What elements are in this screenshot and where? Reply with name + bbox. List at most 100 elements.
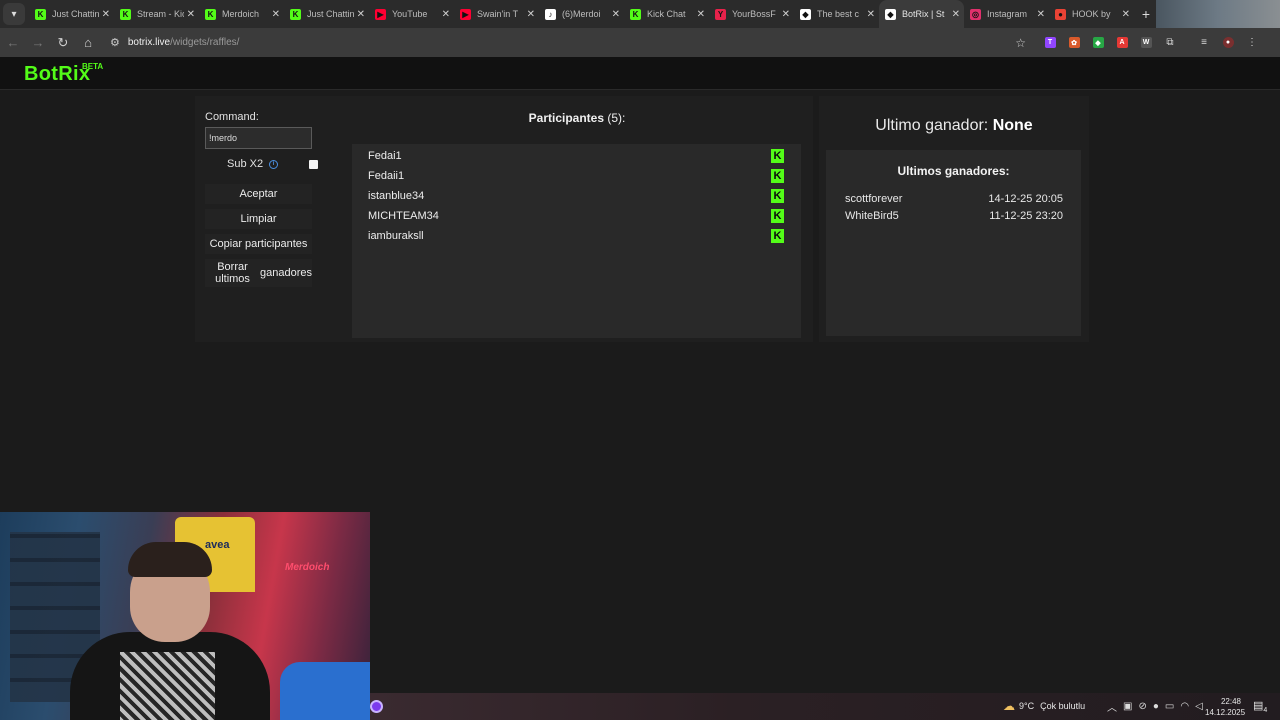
close-tab-icon[interactable]: ✕ (357, 9, 365, 20)
webcam-overlay: avea Merdoich (0, 512, 370, 720)
streamer-hair (128, 542, 212, 577)
close-tab-icon[interactable]: ✕ (612, 9, 620, 20)
sub-x2-row: Sub X2 i (205, 149, 318, 179)
kick-platform-icon: K (771, 229, 784, 243)
reload-icon: ↻ (57, 34, 69, 50)
tab-title: Merdoich (222, 9, 260, 19)
home-icon: ⌂ (84, 35, 92, 50)
clock-date: 14.12.2025 (1205, 708, 1246, 717)
wifi-icon[interactable]: ◠ (1180, 701, 1189, 712)
back-button[interactable]: ← (1, 31, 25, 55)
taskbar-app-icon[interactable] (370, 700, 383, 713)
site-info-icon[interactable]: ⚙ (110, 36, 120, 49)
browser-menu-button[interactable]: ⋮ (1240, 31, 1264, 55)
microphone-icon[interactable]: ● (1153, 701, 1159, 712)
close-tab-icon[interactable]: ✕ (1122, 9, 1130, 20)
browser-tab[interactable]: K Stream - Kick✕ (114, 0, 199, 28)
browser-tab[interactable]: ▶ YouTube ✕ (369, 0, 454, 28)
browser-tab[interactable]: K Just Chatting✕ (29, 0, 114, 28)
close-tab-icon[interactable]: ✕ (782, 9, 790, 20)
home-button[interactable]: ⌂ (76, 31, 100, 55)
tab-title: Just Chatting (52, 9, 99, 19)
browser-tab[interactable]: ◆ The best c ✕ (794, 0, 879, 28)
network-icon[interactable]: ▭ (1165, 701, 1174, 712)
close-tab-icon[interactable]: ✕ (102, 9, 110, 20)
extension-twitch[interactable]: T (1038, 31, 1062, 55)
cloud-icon: ☁ (1003, 699, 1015, 713)
close-tab-icon[interactable]: ✕ (867, 9, 875, 20)
browser-tab[interactable]: ● HOOK by ✕ (1049, 0, 1134, 28)
command-input[interactable] (205, 127, 312, 149)
extension-w[interactable]: W (1134, 31, 1158, 55)
participant-row: istanblue34 K (352, 186, 801, 206)
browser-tab[interactable]: ◆ BotRix | St ✕ (879, 0, 964, 28)
browser-tab[interactable]: K Kick Chat ✕ (624, 0, 709, 28)
media-control[interactable]: ≡ (1192, 31, 1216, 55)
address-bar[interactable]: ⚙ botrix.live /widgets/raffles/ ☆ (106, 32, 1026, 54)
profile-button[interactable]: ● (1216, 31, 1240, 55)
browser-tab[interactable]: K Merdoich ✕ (199, 0, 284, 28)
browser-theme-background (1156, 0, 1280, 28)
url-host: botrix.live (127, 37, 171, 48)
extension-shield[interactable]: ◆ (1086, 31, 1110, 55)
notification-count: 4 (1263, 707, 1268, 715)
device-icon[interactable]: ▣ (1123, 701, 1132, 712)
winner-date: 14-12-25 20:05 (988, 193, 1063, 205)
participant-name: iamburaksll (368, 230, 424, 242)
new-tab-button[interactable]: + (1136, 4, 1156, 24)
mute-icon[interactable]: ⊘ (1138, 701, 1146, 712)
botrix-logo[interactable]: BotRix (24, 63, 90, 86)
close-tab-icon[interactable]: ✕ (272, 9, 280, 20)
delete-last-winners-button[interactable]: Borrar ultimos ganadores (205, 259, 312, 287)
weather-widget[interactable]: ☁ 9°C Çok bulutlu (1003, 699, 1085, 713)
close-tab-icon[interactable]: ✕ (187, 9, 195, 20)
clock[interactable]: 22:48 14.12.2025 (1205, 696, 1246, 718)
tab-favicon-icon: ▶ (460, 8, 471, 20)
tab-favicon-icon: ● (1055, 8, 1066, 20)
bookmark-star-icon[interactable]: ☆ (1015, 36, 1026, 50)
tab-title: Instagram (987, 9, 1028, 19)
extensions-menu[interactable]: ⧉ (1158, 31, 1182, 55)
participants-heading: Participantes (528, 111, 605, 125)
extension-adblock[interactable]: A (1110, 31, 1134, 55)
close-tab-icon[interactable]: ✕ (1037, 9, 1045, 20)
browser-tab[interactable]: K Just Chatting✕ (284, 0, 369, 28)
participants-section: Participantes (5): Fedai1 K Fedaii1 Kistanb… (352, 111, 802, 338)
close-tab-icon[interactable]: ✕ (697, 9, 705, 20)
streamer-shirt (120, 652, 215, 720)
tab-title: Stream - Kick (137, 9, 184, 19)
close-tab-icon[interactable]: ✕ (952, 9, 960, 20)
last-winner-label: Ultimo ganador: (875, 117, 989, 134)
extension-leaf[interactable]: ✿ (1062, 31, 1086, 55)
clear-button[interactable]: Limpiar (205, 209, 312, 229)
clock-time: 22:48 (1220, 697, 1241, 706)
notifications-button[interactable]: ▤4 (1253, 699, 1267, 714)
info-icon[interactable]: i (269, 159, 279, 169)
copy-participants-button[interactable]: Copiar participantes (205, 234, 312, 254)
browser-tab[interactable]: ◎ Instagram ✕ (964, 0, 1049, 28)
arrow-left-icon: ← (6, 35, 20, 50)
sub-x2-checkbox[interactable] (309, 160, 318, 169)
sub-x2-label: Sub X2 (227, 158, 264, 170)
kick-platform-icon: K (771, 169, 784, 183)
browser-tab[interactable]: ♪ (6)Merdoi ✕ (539, 0, 624, 28)
browser-tab[interactable]: ▶ Swain'in T ✕ (454, 0, 539, 28)
volume-icon[interactable]: ◁ (1195, 701, 1203, 712)
delete-winners-label-line1: Borrar ultimos (215, 261, 250, 285)
participant-row: MICHTEAM34 K (352, 206, 801, 226)
tab-search-button[interactable]: ▾ (3, 3, 25, 25)
close-tab-icon[interactable]: ✕ (442, 9, 450, 20)
reload-button[interactable]: ↻ (51, 31, 75, 55)
weather-condition: Çok bulutlu (1040, 701, 1086, 711)
tab-favicon-icon: ◎ (970, 8, 981, 20)
accept-button[interactable]: Aceptar (205, 184, 312, 204)
winner-row: scottforever 14-12-25 20:05 (845, 193, 1063, 205)
browser-tab[interactable]: Y YourBossF ✕ (709, 0, 794, 28)
tab-favicon-icon: K (205, 8, 216, 20)
last-winners-title: Ultimos ganadores: (897, 164, 1010, 178)
forward-button[interactable]: → (26, 31, 50, 55)
chevron-up-icon[interactable]: ︿ (1107, 699, 1117, 714)
tab-title: The best c (817, 9, 860, 19)
close-tab-icon[interactable]: ✕ (527, 9, 535, 20)
tab-title: HOOK by (1072, 9, 1111, 19)
